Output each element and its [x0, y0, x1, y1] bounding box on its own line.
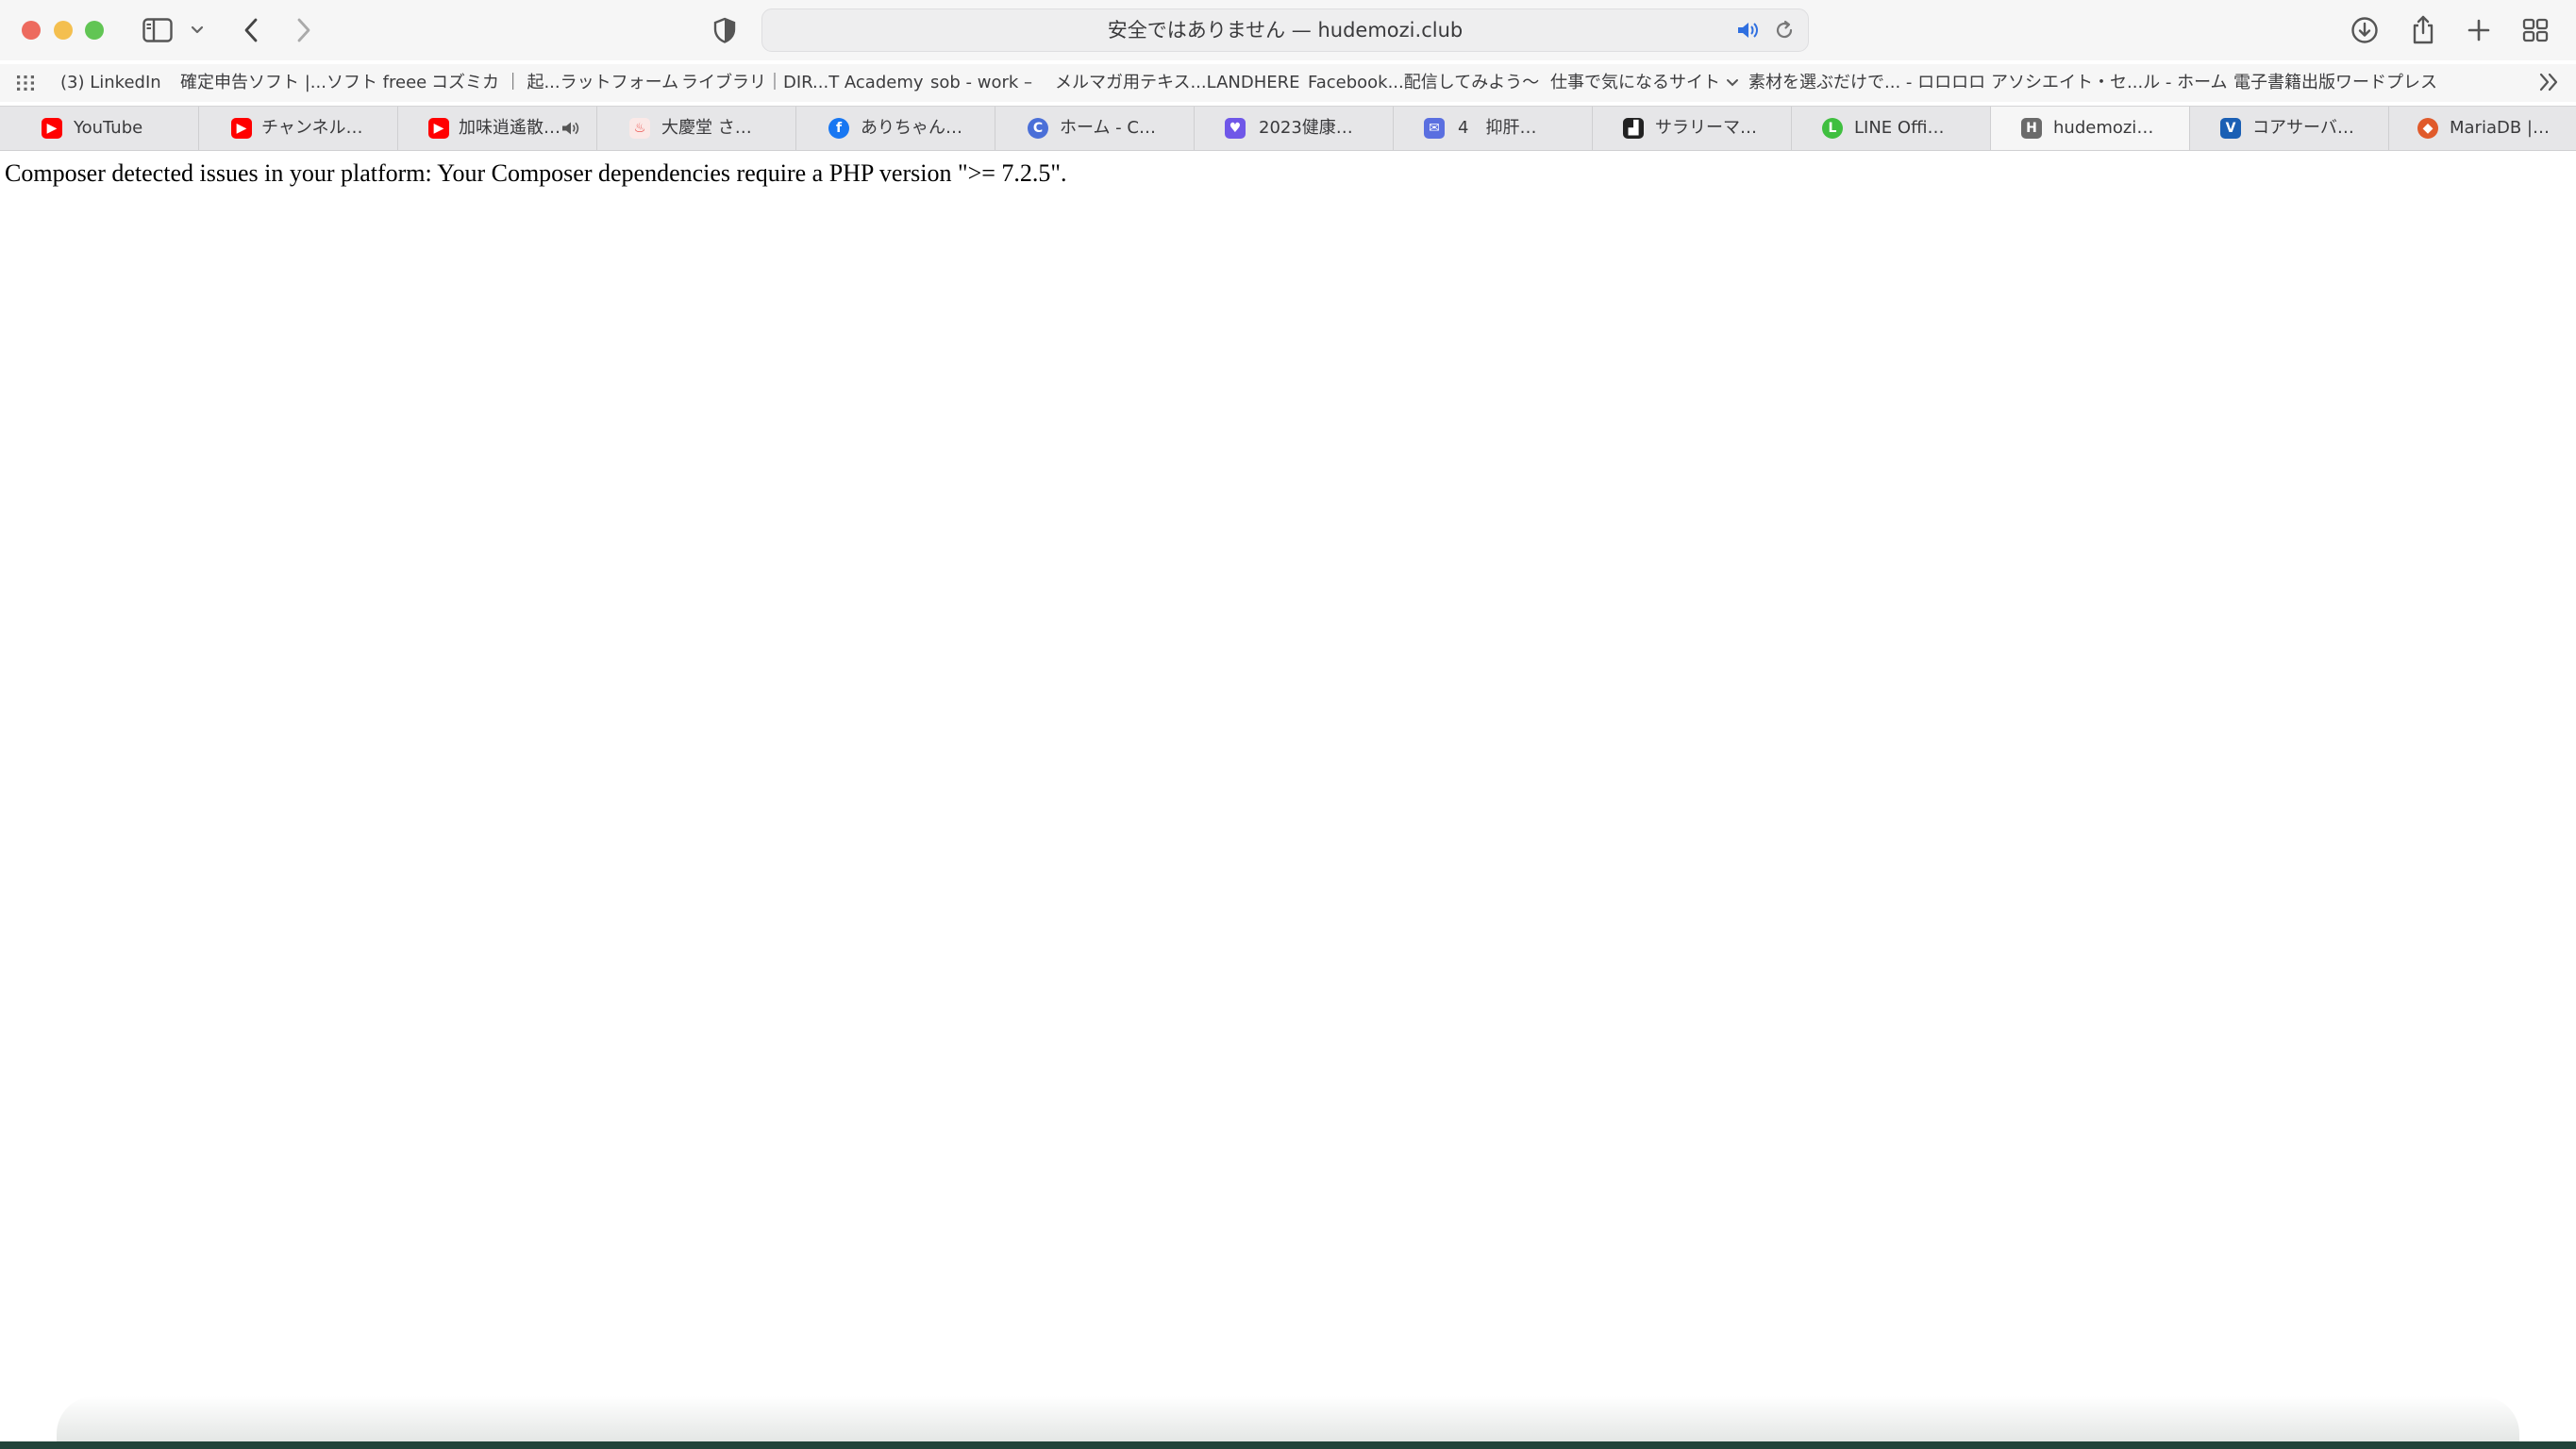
tab-title: チャンネル… [261, 118, 363, 138]
speaker-icon[interactable] [560, 120, 581, 141]
tab-title: MariaDB |… [2450, 118, 2550, 138]
tab-salaryman[interactable]: ▟ サラリーマ… [1593, 107, 1792, 150]
tab-channel[interactable]: ▶ チャンネル… [199, 107, 398, 150]
apps-grid-icon[interactable] [16, 74, 35, 96]
mariadb-icon: ◆ [2417, 118, 2438, 139]
tab-cosmica-home[interactable]: C ホーム - C… [995, 107, 1195, 150]
tab-title: YouTube [74, 118, 143, 138]
youtube-icon: ▶ [231, 118, 252, 139]
more-bookmarks-icon[interactable] [2538, 72, 2561, 96]
tab-coreserver[interactable]: V コアサーバ… [2190, 107, 2389, 150]
chart-icon: ▟ [1623, 118, 1644, 139]
tab-title: hudemozi… [2053, 118, 2154, 138]
bookmark-folder-work-sites[interactable]: 仕事で気になるサイト [1550, 64, 1739, 102]
bookmark-materials[interactable]: 素材を選ぶだけで... - ロロロロ [1748, 64, 1985, 102]
bookmark-associate[interactable]: アソシエイト・セ...ル - ホーム [1991, 64, 2228, 102]
tab-title: サラリーマ… [1655, 118, 1757, 138]
facebook-icon: f [828, 118, 849, 139]
tab-title: 2023健康… [1259, 118, 1353, 138]
downloads-icon[interactable] [2348, 13, 2382, 47]
audio-playing-icon[interactable] [1736, 20, 1761, 44]
dock-shadow [57, 1396, 2519, 1441]
tab-title: ありちゃん… [861, 118, 962, 138]
bookmark-landhere[interactable]: メルマガ用テキス...LANDHERE [1055, 64, 1300, 102]
letter-h-icon: H [2021, 118, 2042, 139]
tab-kamishoyosan[interactable]: ▶ 加味逍遙散… [398, 107, 597, 150]
bookmarks-bar: (3) LinkedIn 確定申告ソフト |...ソフト freee コズミカ … [0, 64, 2576, 102]
tab-title: 4 抑肝… [1458, 118, 1537, 138]
bookmark-sob-work[interactable]: sob - work – [930, 64, 1032, 102]
address-bar-text[interactable]: 安全ではありません — hudemozi.club [762, 9, 1808, 51]
tab-title: ホーム - C… [1060, 118, 1156, 138]
bookmark-cosmica[interactable]: コズミカ ｜ 起...ラットフォーム [431, 64, 678, 102]
forward-icon[interactable] [287, 13, 321, 47]
close-window-button[interactable] [22, 21, 41, 40]
bookmark-freee[interactable]: 確定申告ソフト |...ソフト freee [180, 64, 427, 102]
page-content: Composer detected issues in your platfor… [0, 151, 2576, 1441]
bookmark-linkedin[interactable]: (3) LinkedIn [60, 64, 161, 102]
tab-health-2023[interactable]: ♥ 2023健康… [1195, 107, 1394, 150]
bookmark-folder-label: 仕事で気になるサイト [1550, 73, 1720, 92]
tab-daikeido[interactable]: ♨ 大慶堂 さ… [597, 107, 796, 150]
tab-mariadb[interactable]: ◆ MariaDB |… [2389, 107, 2576, 150]
chat-icon: ✉ [1424, 118, 1445, 139]
back-icon[interactable] [234, 13, 268, 47]
composer-error-message: Composer detected issues in your platfor… [5, 159, 1067, 187]
reload-icon[interactable] [1774, 20, 1795, 44]
bookmark-dir-academy[interactable]: ライブラリ｜DIR...T Academy [681, 64, 924, 102]
tab-youtube[interactable]: ▶ YouTube [0, 107, 199, 150]
line-icon: L [1822, 118, 1843, 139]
tab-title: 加味逍遙散… [459, 118, 560, 138]
tab-facebook[interactable]: f ありちゃん… [796, 107, 995, 150]
youtube-icon: ▶ [42, 118, 62, 139]
share-icon[interactable] [2406, 13, 2440, 47]
daikeido-icon: ♨ [629, 118, 650, 139]
maximize-window-button[interactable] [85, 21, 104, 40]
desktop-edge [0, 1441, 2576, 1449]
tab-title: LINE Offi… [1854, 118, 1945, 138]
chevron-down-icon [1727, 79, 1738, 87]
chevron-down-icon[interactable] [185, 13, 209, 47]
tab-bar: ▶ YouTube ▶ チャンネル… ▶ 加味逍遙散… ♨ 大慶堂 さ… f あ… [0, 106, 2576, 151]
tab-hudemozi[interactable]: H hudemozi… [1991, 107, 2190, 150]
bookmark-ebook-wordpress[interactable]: 電子書籍出版ワードプレス [2233, 64, 2437, 102]
bookmark-facebook[interactable]: Facebook...配信してみよう〜 [1308, 64, 1539, 102]
browser-toolbar: 安全ではありません — hudemozi.club [0, 0, 2576, 60]
coreserver-icon: V [2220, 118, 2241, 139]
chat-icon: ♥ [1225, 118, 1246, 139]
tab-line-official[interactable]: L LINE Offi… [1792, 107, 1991, 150]
address-bar[interactable]: 安全ではありません — hudemozi.club [761, 8, 1809, 52]
tab-overview-icon[interactable] [2518, 13, 2552, 47]
minimize-window-button[interactable] [54, 21, 73, 40]
privacy-shield-icon[interactable] [708, 13, 742, 47]
tab-title: 大慶堂 さ… [661, 118, 752, 138]
new-tab-icon[interactable] [2462, 13, 2496, 47]
sidebar-icon[interactable] [141, 13, 175, 47]
tab-title: コアサーバ… [2252, 118, 2354, 138]
youtube-icon: ▶ [428, 118, 449, 139]
tab-yokukansan[interactable]: ✉ 4 抑肝… [1394, 107, 1593, 150]
cosmica-icon: C [1028, 118, 1048, 139]
